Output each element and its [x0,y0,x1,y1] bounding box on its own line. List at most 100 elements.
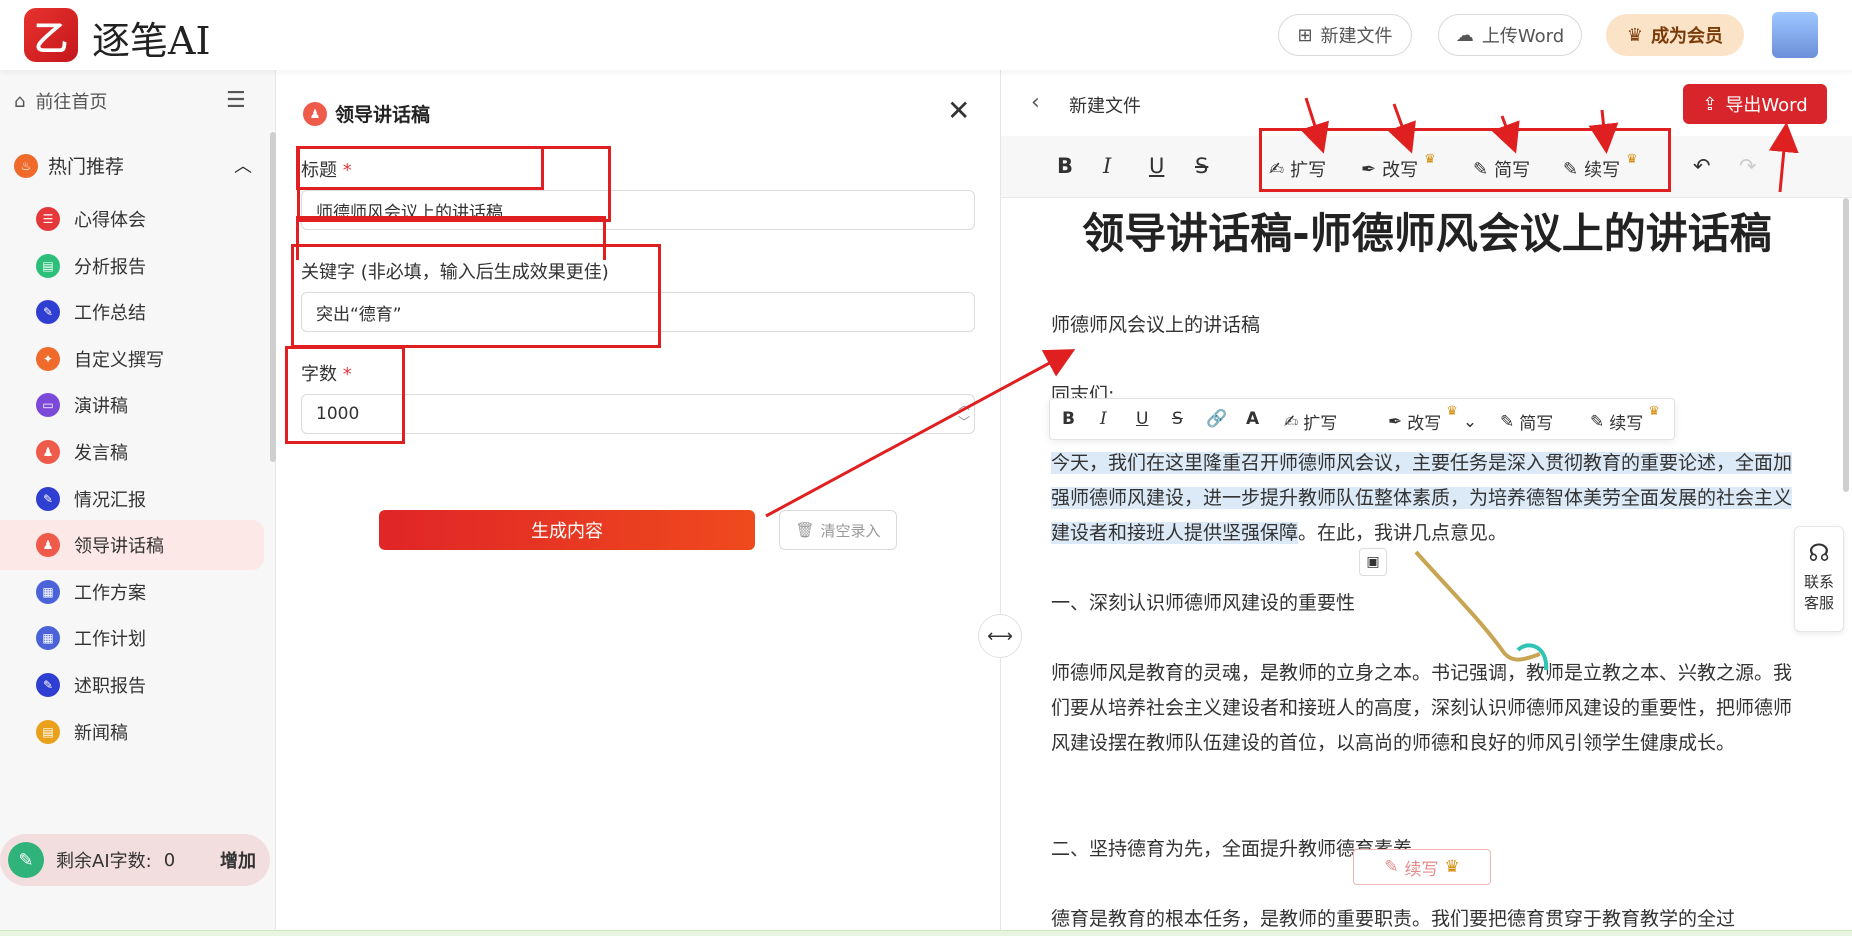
export-word-button[interactable]: ⇪ 导出Word [1683,84,1827,124]
crown-icon: ♛ [1444,857,1460,877]
app-name: 逐笔AI [92,19,211,63]
back-arrow-icon[interactable]: ‹ [1031,90,1040,115]
panel-resize-handle[interactable]: ⟷ [978,614,1022,658]
paragraph-subtitle[interactable]: 师德师风会议上的讲话稿 [1051,308,1803,343]
crown-icon: ♛ [1626,24,1644,46]
cloud-upload-icon: ☁ [1455,24,1474,46]
app-logo[interactable]: 乙 [24,8,78,62]
paragraph-greeting[interactable]: 同志们: [1051,378,1803,400]
link-icon[interactable]: 🔗 [1206,409,1227,429]
sidebar-item-label: 述职报告 [74,676,146,697]
sidebar-scrollbar[interactable] [270,132,276,462]
continue-icon: ✎ [1590,411,1605,432]
sidebar-item-0[interactable]: ☰ 心得体会 [0,194,264,244]
remaining-words-bar: ✎ 剩余AI字数: 0 增加 [0,834,270,886]
paragraph-1[interactable]: 师德师风是教育的灵魂，是教师的立身之本。书记强调，教师是立教之本、兴教之源。我们… [1051,656,1803,761]
speaker-icon: ♟ [303,101,327,126]
crown-icon: ♛ [1648,404,1660,419]
add-words-button[interactable]: 增加 [220,847,256,873]
report-icon: ▤ [36,253,60,278]
image-icon[interactable]: ▣ [1359,548,1387,576]
sidebar-item-label: 演讲稿 [74,396,128,418]
sidebar-item-5[interactable]: ♟ 发言稿 [0,427,264,477]
document-name: 新建文件 [1069,96,1141,117]
sidebar-item-9[interactable]: ▦ 工作计划 [0,613,264,663]
paragraph-intro[interactable]: 今天，我们在这里隆重召开师德师风会议，主要任务是深入贯彻教育的重要论述，全面加强… [1051,446,1803,551]
sidebar-item-10[interactable]: ✎ 述职报告 [0,660,264,710]
document-title: 领导讲话稿-师德师风会议上的讲话稿 [1082,209,1772,258]
sidebar-item-7[interactable]: ♟ 领导讲话稿 [0,520,264,571]
sidebar-item-label: 工作计划 [74,629,146,651]
italic-button[interactable]: I [1103,154,1111,178]
speech-icon: ♟ [36,440,60,464]
annotation-box-title-field [297,146,611,222]
simplify-icon: ✎ [1500,411,1515,432]
export-icon: ⇪ [1702,93,1718,115]
floating-continue-button[interactable]: ✎ 续写 ♛ [1353,849,1491,885]
upload-word-button[interactable]: ☁ 上传Word [1438,14,1582,56]
schedule-icon: ▦ [36,626,60,651]
notes-icon: ☰ [36,207,60,231]
generate-content-button[interactable]: 生成内容 [379,510,755,550]
sidebar: ⌂ 前往首页 ☰ ♨ 热门推荐 ︿ ☰ 心得体会 ▤ 分析报告 ✎ 工作总结 ✦ 自定义撰写 ▭… [0,70,276,930]
sidebar-item-label: 分析报告 [74,256,146,278]
home-link[interactable]: ⌂ 前往首页 [14,88,107,114]
float-italic-button[interactable]: I [1100,409,1107,429]
presentation-icon: ▭ [36,393,60,418]
word-count-stepper[interactable]: ︿ ﹀ [958,397,970,431]
review-icon: ✎ [36,673,60,697]
strikethrough-button[interactable]: S [1195,154,1208,178]
magic-pen-icon: ✒ [1388,411,1403,432]
float-rewrite-button[interactable]: ✒ 改写 ♛ ⌄ [1388,404,1478,434]
clear-input-button[interactable]: 🗑 清空录入 [779,510,897,550]
sidebar-item-label: 情况汇报 [74,489,146,511]
editor-scrollbar[interactable] [1843,198,1849,492]
customer-service-widget[interactable]: ☊ 联系 客服 [1794,526,1844,632]
sidebar-item-label: 工作方案 [74,582,146,604]
float-expand-button[interactable]: ✍ 扩写 [1284,409,1337,435]
paragraph-2[interactable]: 德育是教育的根本任务，是教师的重要职责。我们要把德育贯穿于教育教学的全过 [1051,902,1803,930]
note-icon: ✎ [8,842,44,878]
floating-toolbar: B I U S 🔗 A ✍ 扩写 ✒ 改写 ♛ ⌄ ✎ 简写 ✎ 续写 ♛ [1049,398,1675,440]
custom-write-icon: ✦ [36,346,60,371]
close-icon[interactable]: ✕ [947,94,970,127]
bottom-strip [0,930,1852,936]
plan-icon: ▦ [36,579,60,604]
sidebar-item-2[interactable]: ✎ 工作总结 [0,287,264,337]
become-member-button[interactable]: ♛ 成为会员 [1606,14,1744,56]
sidebar-item-label: 领导讲话稿 [74,536,164,558]
font-color-button[interactable]: A [1246,409,1259,429]
sidebar-item-6[interactable]: ✎ 情况汇报 [0,474,264,524]
sidebar-group-hot[interactable]: ♨ 热门推荐 ︿ [14,152,264,179]
headset-icon: ☊ [1808,539,1830,567]
trash-icon: 🗑 [795,521,815,539]
bold-button[interactable]: B [1057,154,1073,178]
sidebar-item-1[interactable]: ▤ 分析报告 [0,241,264,291]
float-continue-button[interactable]: ✎ 续写 ♛ [1590,404,1660,434]
sidebar-item-3[interactable]: ✦ 自定义撰写 [0,334,264,384]
collapse-menu-icon[interactable]: ☰ [226,88,246,113]
expand-icon: ✍ [1284,411,1299,432]
summary-icon: ✎ [36,300,60,325]
float-underline-button[interactable]: U [1136,409,1148,429]
annotation-box-ai-tools [1259,128,1671,192]
float-bold-button[interactable]: B [1062,409,1075,429]
sidebar-item-8[interactable]: ▦ 工作方案 [0,567,264,617]
user-avatar[interactable] [1772,12,1818,58]
form-title: ♟ 领导讲话稿 [303,100,430,127]
redo-icon[interactable]: ↷ [1739,154,1757,178]
briefing-icon: ✎ [36,486,60,511]
leader-speech-icon: ♟ [36,533,60,558]
sidebar-item-11[interactable]: ▤ 新闻稿 [0,707,264,757]
section-heading-1[interactable]: 一、深刻认识师德师风建设的重要性 [1051,586,1803,621]
annotation-box-keyword-field [291,244,661,348]
underline-button[interactable]: U [1149,154,1164,178]
undo-icon[interactable]: ↶ [1693,154,1711,178]
chevron-up-icon: ︿ [234,156,252,177]
sidebar-item-4[interactable]: ▭ 演讲稿 [0,380,264,430]
sidebar-item-label: 自定义撰写 [74,349,164,371]
chevron-down-icon: ⌄ [1462,411,1478,432]
float-simplify-button[interactable]: ✎ 简写 [1500,409,1553,435]
new-file-button[interactable]: ⊞ 新建文件 [1278,14,1412,56]
float-strike-button[interactable]: S [1172,409,1183,429]
